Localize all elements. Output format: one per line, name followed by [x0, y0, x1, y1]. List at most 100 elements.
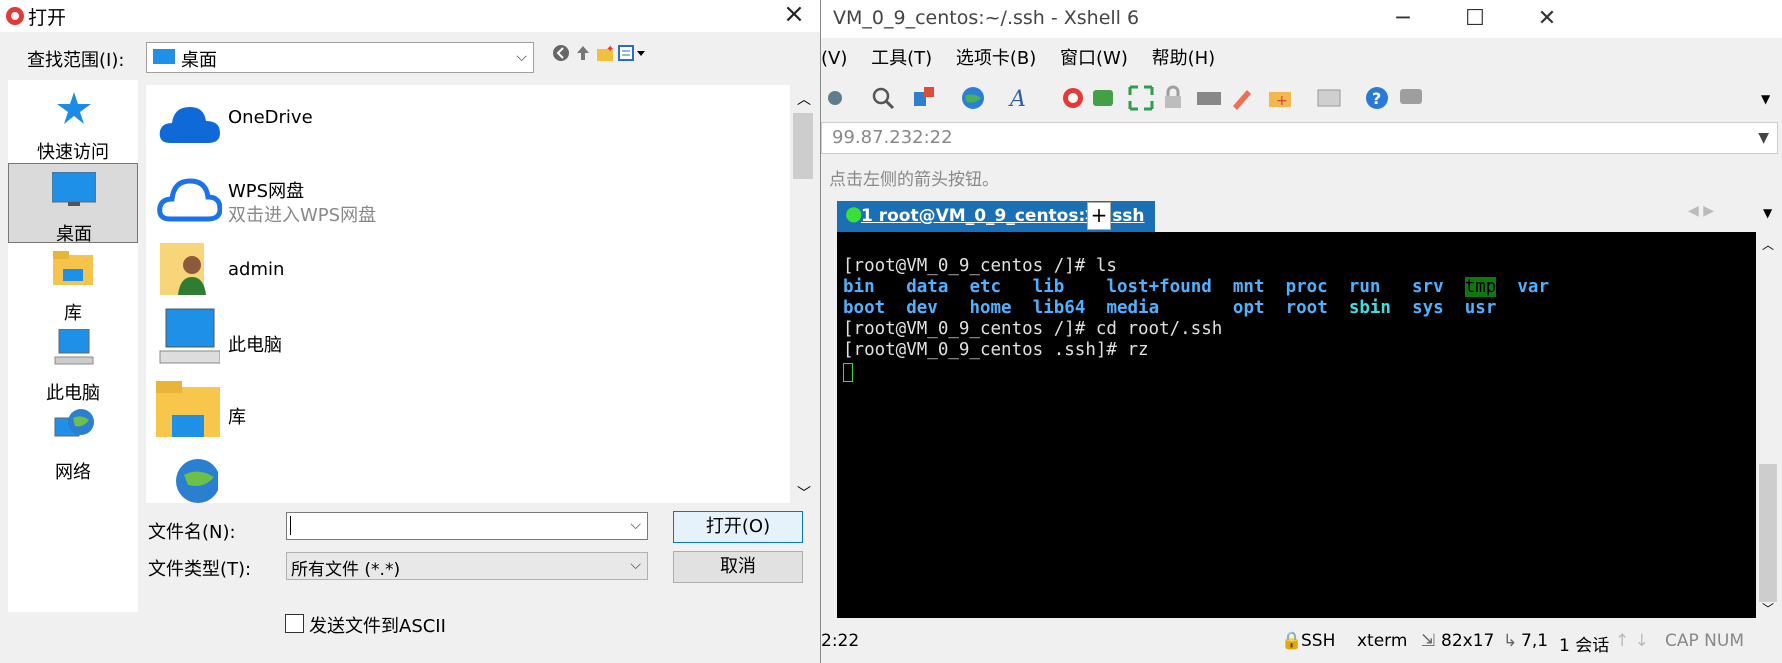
tab-menu-icon[interactable]: ▼ [1763, 206, 1772, 220]
status-terminal-type: xterm [1357, 631, 1408, 651]
layout-icon[interactable] [1315, 84, 1343, 112]
help-icon[interactable]: ? [1363, 84, 1391, 112]
terminal-line: [root@VM_0_9_centos /]# cd root/.ssh [843, 319, 1223, 339]
file-list-scrollbar[interactable]: ︿ ﹀ [790, 85, 816, 503]
user-folder-icon [160, 239, 216, 299]
chat-icon[interactable] [1397, 84, 1425, 112]
close-window-button[interactable]: ✕ [1527, 4, 1567, 34]
terminal-cursor [843, 363, 853, 382]
svg-text:+: + [1276, 93, 1288, 109]
keyboard-icon[interactable] [1195, 84, 1223, 112]
lookin-value: 桌面 [181, 50, 217, 71]
lock-icon[interactable] [1159, 84, 1187, 112]
file-name: OneDrive [228, 107, 313, 128]
network-icon [53, 408, 95, 446]
up-folder-icon[interactable] [574, 44, 592, 62]
xshell-logo-icon [4, 5, 26, 27]
dir-entry: proc [1285, 277, 1328, 297]
xftp-icon[interactable] [1089, 84, 1117, 112]
add-tab-button[interactable]: + [1087, 202, 1111, 230]
view-menu-icon[interactable] [618, 44, 648, 62]
place-library[interactable]: 库 [8, 243, 138, 324]
file-item-admin[interactable]: admin [156, 239, 776, 309]
settings-icon[interactable] [825, 84, 853, 112]
globe-icon[interactable] [959, 84, 987, 112]
highlight-icon[interactable] [1227, 84, 1255, 112]
scroll-up-icon[interactable]: ︿ [797, 89, 811, 109]
lookin-select[interactable]: 桌面 ⌵ [146, 42, 534, 73]
maximize-button[interactable]: ☐ [1455, 4, 1495, 34]
chevron-down-icon[interactable]: ▼ [1758, 130, 1769, 146]
dialog-title-bar: 打开 × [0, 0, 820, 32]
scroll-down-icon[interactable]: ﹀ [797, 483, 811, 503]
computer-icon [53, 329, 95, 367]
filename-input[interactable]: ⌵ [286, 512, 648, 540]
status-address: 2:22 [821, 631, 860, 651]
font-icon[interactable]: A [1007, 84, 1035, 112]
file-item-this-pc[interactable]: 此电脑 [156, 307, 776, 377]
cancel-button[interactable]: 取消 [673, 551, 803, 583]
new-folder-icon[interactable]: ✦ [596, 44, 616, 62]
dir-entry: home [969, 298, 1012, 318]
dir-entry-tmp: tmp [1464, 277, 1497, 297]
computer-icon [158, 307, 220, 367]
chevron-down-icon[interactable]: ⌵ [630, 517, 641, 533]
minimize-button[interactable]: ─ [1383, 4, 1423, 34]
dir-entry: bin [843, 277, 875, 297]
hint-text: 点击左侧的箭头按钮。 [829, 170, 999, 190]
transfer-icon[interactable] [911, 84, 939, 112]
menu-tools[interactable]: 工具(T) [871, 48, 932, 69]
filetype-select[interactable]: 所有文件 (*.*) ⌵ [286, 552, 648, 580]
scrollbar-thumb[interactable] [793, 113, 813, 179]
open-button[interactable]: 打开(O) [673, 511, 803, 543]
ascii-checkbox-label: 发送文件到ASCII [309, 616, 446, 637]
file-item-onedrive[interactable]: OneDrive [156, 93, 776, 163]
terminal-scrollbar[interactable]: ︿ ﹀ [1756, 232, 1780, 618]
places-bar: 快速访问 桌面 库 此电脑 网络 [8, 80, 138, 612]
desktop-icon [52, 172, 96, 208]
scrollbar-thumb[interactable] [1759, 464, 1777, 602]
fullscreen-icon[interactable] [1127, 84, 1155, 112]
scroll-down-icon[interactable]: ﹀ [1762, 600, 1774, 617]
place-network[interactable]: 网络 [8, 402, 138, 483]
search-icon[interactable] [869, 84, 897, 112]
chevron-down-icon[interactable]: ⌵ [516, 49, 527, 65]
chevron-down-icon[interactable]: ⌵ [630, 557, 641, 573]
dir-entry: mnt [1232, 277, 1265, 297]
file-item-network[interactable] [156, 453, 776, 503]
dir-entry: data [906, 277, 949, 297]
dir-entry: var [1517, 277, 1549, 297]
status-protocol: SSH [1301, 631, 1336, 651]
up-down-arrows-icon: ↑ ↓ [1615, 631, 1649, 651]
file-list: OneDrive WPS网盘 双击进入WPS网盘 admin 此电脑 库 [146, 85, 790, 503]
place-label: 快速访问 [37, 142, 109, 163]
library-icon [156, 381, 222, 439]
dir-entry: etc [969, 277, 1002, 297]
menu-window[interactable]: 窗口(W) [1060, 48, 1128, 69]
terminal[interactable]: [root@VM_0_9_centos /]# ls bin data etc … [837, 232, 1756, 618]
text-caret [290, 516, 291, 535]
new-folder-icon[interactable]: + [1267, 84, 1295, 112]
file-name: WPS网盘 [228, 181, 305, 202]
file-item-wps-drive[interactable]: WPS网盘 双击进入WPS网盘 [156, 171, 776, 241]
xshell-logo-icon[interactable] [1059, 84, 1087, 112]
back-icon[interactable] [552, 44, 570, 62]
status-dot-icon: ● [845, 201, 863, 225]
dir-entry: srv [1412, 277, 1444, 297]
place-desktop[interactable]: 桌面 [8, 163, 138, 245]
file-item-library[interactable]: 库 [156, 381, 776, 451]
place-this-pc[interactable]: 此电脑 [8, 323, 138, 404]
dir-entry: sbin [1348, 298, 1391, 318]
address-bar[interactable]: 99.87.232:22 ▼ [821, 122, 1778, 154]
cloud-icon [156, 99, 222, 149]
scroll-up-icon[interactable]: ︿ [1762, 236, 1774, 253]
tab-scroll-arrows-icon[interactable]: ◀ ▶ [1688, 203, 1714, 219]
dir-entry: opt [1232, 298, 1265, 318]
place-quick-access[interactable]: 快速访问 [8, 82, 138, 163]
dir-entry: boot [843, 298, 886, 318]
ascii-checkbox[interactable] [285, 614, 304, 633]
menu-help[interactable]: 帮助(H) [1152, 48, 1216, 69]
menu-tabs[interactable]: 选项卡(B) [956, 48, 1036, 69]
dialog-close-button[interactable]: × [770, 0, 818, 30]
menu-view[interactable]: (V) [821, 48, 847, 69]
